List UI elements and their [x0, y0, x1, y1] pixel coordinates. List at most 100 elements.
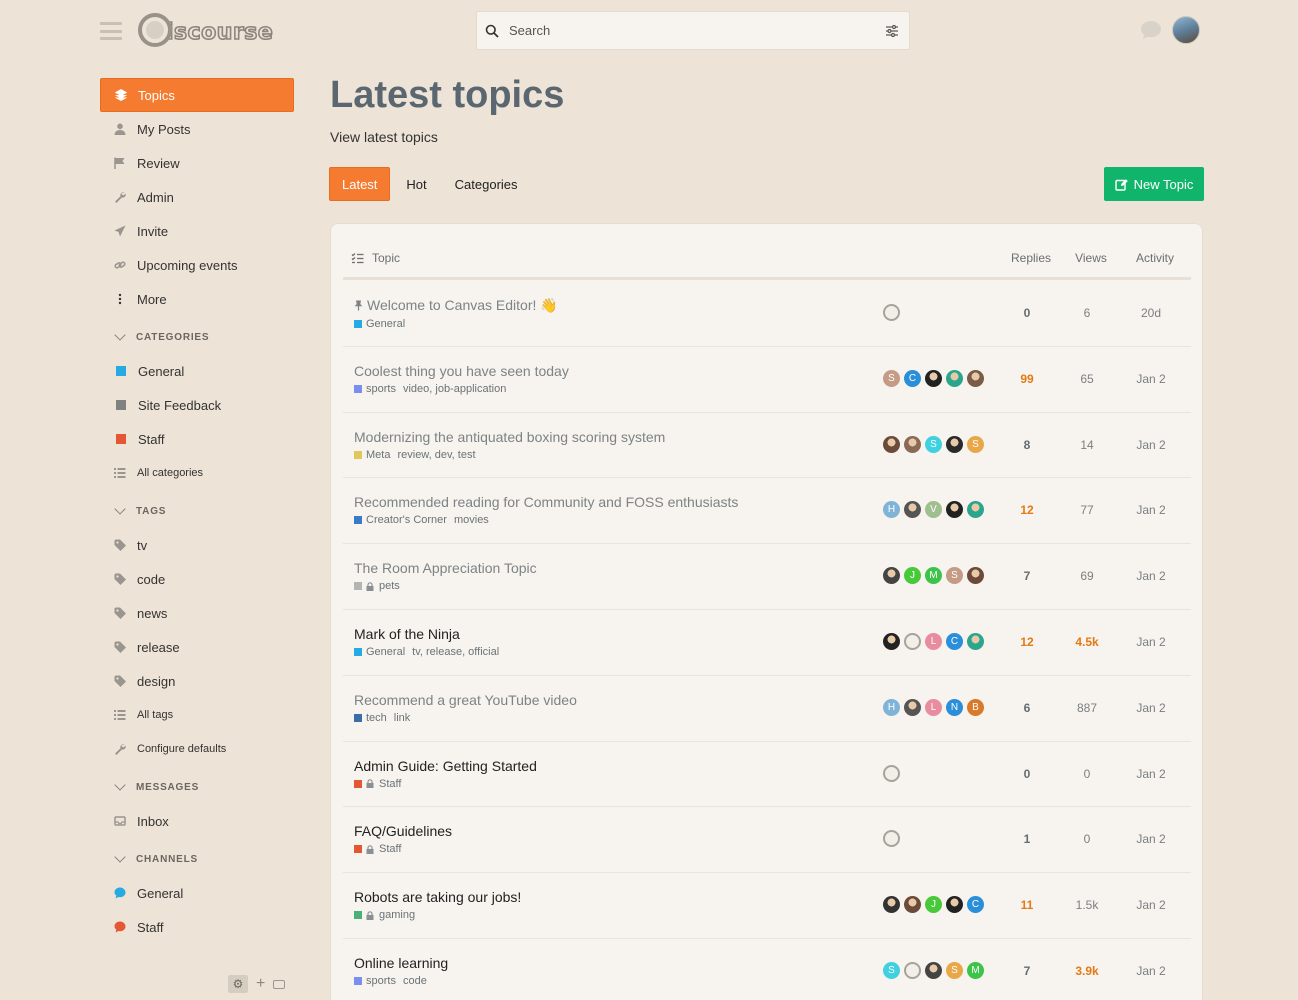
poster-avatar[interactable]: J [904, 567, 921, 585]
user-avatar[interactable] [1172, 16, 1200, 44]
poster-avatar[interactable]: N [946, 698, 963, 716]
sidebar-item-tag-design[interactable]: design [100, 664, 294, 698]
topic-replies-count[interactable]: 0 [995, 306, 1059, 320]
poster-avatar[interactable]: H [883, 501, 900, 519]
hamburger-menu-button[interactable] [100, 22, 122, 40]
poster-avatar[interactable] [904, 896, 921, 914]
sidebar-section-messages[interactable]: MESSAGES [100, 770, 294, 804]
sidebar-item-category-general[interactable]: General [100, 354, 294, 388]
topic-category[interactable]: sports [366, 383, 396, 395]
poster-avatar[interactable] [883, 830, 900, 848]
column-activity[interactable]: Activity [1119, 251, 1191, 265]
poster-avatar[interactable] [946, 501, 963, 519]
poster-avatar[interactable]: H [883, 698, 900, 716]
tab-hot[interactable]: Hot [394, 167, 438, 201]
tab-latest[interactable]: Latest [329, 167, 391, 201]
sidebar-item-tag-release[interactable]: release [100, 630, 294, 664]
poster-avatar[interactable] [883, 435, 900, 453]
topic-replies-count[interactable]: 7 [995, 964, 1059, 978]
poster-avatar[interactable]: L [925, 698, 942, 716]
topic-category[interactable]: General [366, 318, 405, 330]
topic-category[interactable]: gaming [379, 909, 415, 921]
topic-title-link[interactable]: Recommend a great YouTube video [354, 692, 577, 708]
topic-title-link[interactable]: Admin Guide: Getting Started [354, 758, 537, 774]
sidebar-item-inbox[interactable]: Inbox [100, 804, 294, 838]
topic-replies-count[interactable]: 0 [995, 767, 1059, 781]
poster-avatar[interactable] [925, 961, 942, 979]
poster-avatar[interactable] [883, 304, 900, 321]
poster-avatar[interactable]: L [925, 632, 942, 650]
poster-avatar[interactable] [883, 764, 900, 782]
poster-avatar[interactable]: M [925, 567, 942, 585]
poster-avatar[interactable] [967, 632, 984, 650]
poster-avatar[interactable]: S [967, 435, 984, 453]
poster-avatar[interactable] [946, 435, 963, 453]
poster-avatar[interactable]: C [946, 632, 963, 650]
topic-title-link[interactable]: Online learning [354, 955, 448, 971]
sidebar-item-channel-staff[interactable]: Staff [100, 910, 294, 944]
poster-avatar[interactable] [904, 961, 921, 979]
poster-avatar[interactable]: S [883, 369, 900, 387]
topic-activity[interactable]: Jan 2 [1115, 635, 1187, 649]
topic-replies-count[interactable]: 1 [995, 832, 1059, 846]
topic-title-link[interactable]: The Room Appreciation Topic [354, 560, 537, 576]
topic-replies-count[interactable]: 12 [995, 635, 1059, 649]
topic-title-link[interactable]: Modernizing the antiquated boxing scorin… [354, 429, 665, 445]
sidebar-item-tag-news[interactable]: news [100, 596, 294, 630]
sidebar-item-admin[interactable]: Admin [100, 180, 294, 214]
plus-icon[interactable]: + [256, 975, 265, 993]
topic-tags[interactable]: movies [454, 514, 489, 526]
sidebar-item-topics[interactable]: Topics [100, 78, 294, 112]
topic-activity[interactable]: Jan 2 [1115, 898, 1187, 912]
sidebar-item-invite[interactable]: Invite [100, 214, 294, 248]
chat-bubble-icon[interactable] [1140, 20, 1162, 40]
new-topic-button[interactable]: New Topic [1104, 167, 1204, 201]
topic-replies-count[interactable]: 99 [995, 372, 1059, 386]
topic-tags[interactable]: video, job-application [403, 383, 506, 395]
topic-title-link[interactable]: Recommended reading for Community and FO… [354, 494, 738, 510]
topic-title-link[interactable]: Welcome to Canvas Editor! 👋 [354, 297, 558, 314]
topic-category[interactable]: General [366, 646, 405, 658]
topic-category[interactable]: sports [366, 975, 396, 987]
topic-title-link[interactable]: Robots are taking our jobs! [354, 889, 521, 905]
poster-avatar[interactable] [967, 369, 984, 387]
search-filter-icon[interactable] [885, 24, 899, 38]
sidebar-item-category-site-feedback[interactable]: Site Feedback [100, 388, 294, 422]
topic-category[interactable]: Creator's Corner [366, 514, 447, 526]
topic-tags[interactable]: code [403, 975, 427, 987]
topic-activity[interactable]: Jan 2 [1115, 569, 1187, 583]
topic-activity[interactable]: Jan 2 [1115, 964, 1187, 978]
poster-avatar[interactable] [904, 501, 921, 519]
poster-avatar[interactable] [946, 896, 963, 914]
topic-activity[interactable]: Jan 2 [1115, 372, 1187, 386]
topic-activity[interactable]: Jan 2 [1115, 701, 1187, 715]
column-views[interactable]: Views [1063, 251, 1119, 265]
sidebar-item-category-staff[interactable]: Staff [100, 422, 294, 456]
topic-title-link[interactable]: FAQ/Guidelines [354, 823, 452, 839]
sidebar-item-tag-code[interactable]: code [100, 562, 294, 596]
topic-activity[interactable]: 20d [1115, 306, 1187, 320]
sidebar-section-tags[interactable]: TAGS [100, 494, 294, 528]
site-logo[interactable]: iscourse [138, 12, 274, 48]
column-topic[interactable]: Topic [343, 251, 999, 265]
topic-category[interactable]: Meta [366, 449, 390, 461]
topic-replies-count[interactable]: 8 [995, 438, 1059, 452]
topic-tags[interactable]: link [394, 712, 411, 724]
sidebar-item-configure-defaults[interactable]: Configure defaults [100, 732, 294, 766]
poster-avatar[interactable]: S [883, 961, 900, 979]
poster-avatar[interactable] [946, 369, 963, 387]
poster-avatar[interactable]: J [925, 896, 942, 914]
poster-avatar[interactable]: M [967, 961, 984, 979]
sidebar-section-channels[interactable]: CHANNELS [100, 842, 294, 876]
sidebar-item-my-posts[interactable]: My Posts [100, 112, 294, 146]
sidebar-item-channel-general[interactable]: General [100, 876, 294, 910]
topic-category[interactable]: Staff [379, 843, 401, 855]
topic-tags[interactable]: review, dev, test [397, 449, 475, 461]
poster-avatar[interactable] [904, 435, 921, 453]
topic-activity[interactable]: Jan 2 [1115, 767, 1187, 781]
search-bar[interactable] [476, 11, 910, 50]
sidebar-section-categories[interactable]: CATEGORIES [100, 320, 294, 354]
search-input[interactable] [509, 23, 885, 38]
topic-replies-count[interactable]: 11 [995, 898, 1059, 912]
poster-avatar[interactable]: S [946, 961, 963, 979]
